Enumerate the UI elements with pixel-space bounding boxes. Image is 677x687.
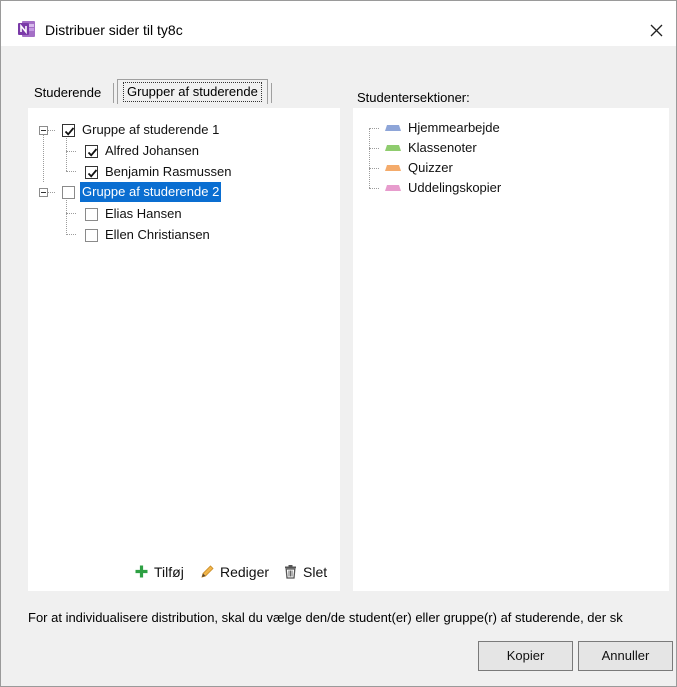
tab-divider: [271, 83, 272, 103]
section-item[interactable]: Uddelingskopier: [353, 178, 653, 198]
section-label: Hjemmearbejde: [408, 120, 500, 135]
tree-group-row[interactable]: Gruppe af studerende 2: [28, 182, 328, 202]
section-tab-icon: [385, 165, 401, 171]
delete-label: Slet: [303, 564, 328, 580]
close-icon: [650, 24, 663, 37]
member-checkbox[interactable]: [85, 208, 98, 221]
tab-studerende[interactable]: Studerende: [34, 81, 101, 105]
collapse-icon[interactable]: [39, 188, 48, 197]
edit-button[interactable]: Rediger: [200, 562, 275, 582]
edit-label: Rediger: [220, 564, 270, 580]
section-tab-icon: [385, 145, 401, 151]
member-label: Ellen Christiansen: [105, 227, 210, 242]
section-label: Quizzer: [408, 160, 453, 175]
member-checkbox[interactable]: [85, 229, 98, 242]
tree-member-row[interactable]: Alfred Johansen: [28, 141, 328, 161]
close-button[interactable]: [643, 15, 671, 43]
section-label: Klassenoter: [408, 140, 477, 155]
window-title: Distribuer sider til ty8c: [45, 22, 183, 38]
tab-label: Grupper af studerende: [123, 82, 262, 102]
tree-member-row[interactable]: Ellen Christiansen: [28, 225, 328, 245]
group-checkbox[interactable]: [62, 124, 75, 137]
member-label: Benjamin Rasmussen: [105, 164, 232, 179]
plus-icon: [135, 565, 148, 578]
dialog-window: Distribuer sider til ty8c Studerende Gru…: [0, 0, 677, 687]
cancel-button[interactable]: Annuller: [578, 641, 673, 671]
tab-divider: [113, 83, 114, 103]
tree-member-row[interactable]: Elias Hansen: [28, 204, 328, 224]
student-sections-tree[interactable]: Hjemmearbejde Klassenoter Quizzer Uddeli…: [353, 108, 669, 591]
group-label: Gruppe af studerende 1: [82, 122, 220, 137]
instruction-text: For at individualisere distribution, ska…: [28, 610, 623, 625]
section-label: Uddelingskopier: [408, 180, 502, 195]
section-item[interactable]: Quizzer: [353, 158, 653, 178]
member-checkbox[interactable]: [85, 145, 98, 158]
trash-icon: [285, 565, 296, 579]
copy-button[interactable]: Kopier: [478, 641, 573, 671]
member-label: Alfred Johansen: [105, 143, 199, 158]
tree-group-row[interactable]: Gruppe af studerende 1: [28, 120, 328, 140]
tab-grupper-af-studerende[interactable]: Grupper af studerende: [117, 79, 268, 104]
group-label: Gruppe af studerende 2: [80, 182, 222, 202]
pencil-icon: [201, 565, 214, 578]
member-checkbox[interactable]: [85, 166, 98, 179]
checkmark-icon: [87, 169, 98, 178]
title-bar: Distribuer sider til ty8c: [1, 1, 676, 46]
section-item[interactable]: Hjemmearbejde: [353, 118, 653, 138]
checkmark-icon: [87, 148, 98, 157]
section-tab-icon: [385, 125, 401, 131]
delete-button[interactable]: Slet: [283, 562, 333, 582]
group-checkbox[interactable]: [62, 186, 75, 199]
add-label: Tilføj: [154, 564, 184, 580]
sections-heading: Studentersektioner:: [357, 90, 470, 105]
checkmark-icon: [64, 127, 75, 136]
section-item[interactable]: Klassenoter: [353, 138, 653, 158]
member-label: Elias Hansen: [105, 206, 182, 221]
onenote-icon: [18, 20, 36, 38]
section-tab-icon: [385, 185, 401, 191]
add-button[interactable]: Tilføj: [134, 562, 194, 582]
tree-member-row[interactable]: Benjamin Rasmussen: [28, 162, 328, 182]
student-group-tree[interactable]: Gruppe af studerende 1 Alfred Johansen B…: [28, 108, 340, 591]
collapse-icon[interactable]: [39, 126, 48, 135]
